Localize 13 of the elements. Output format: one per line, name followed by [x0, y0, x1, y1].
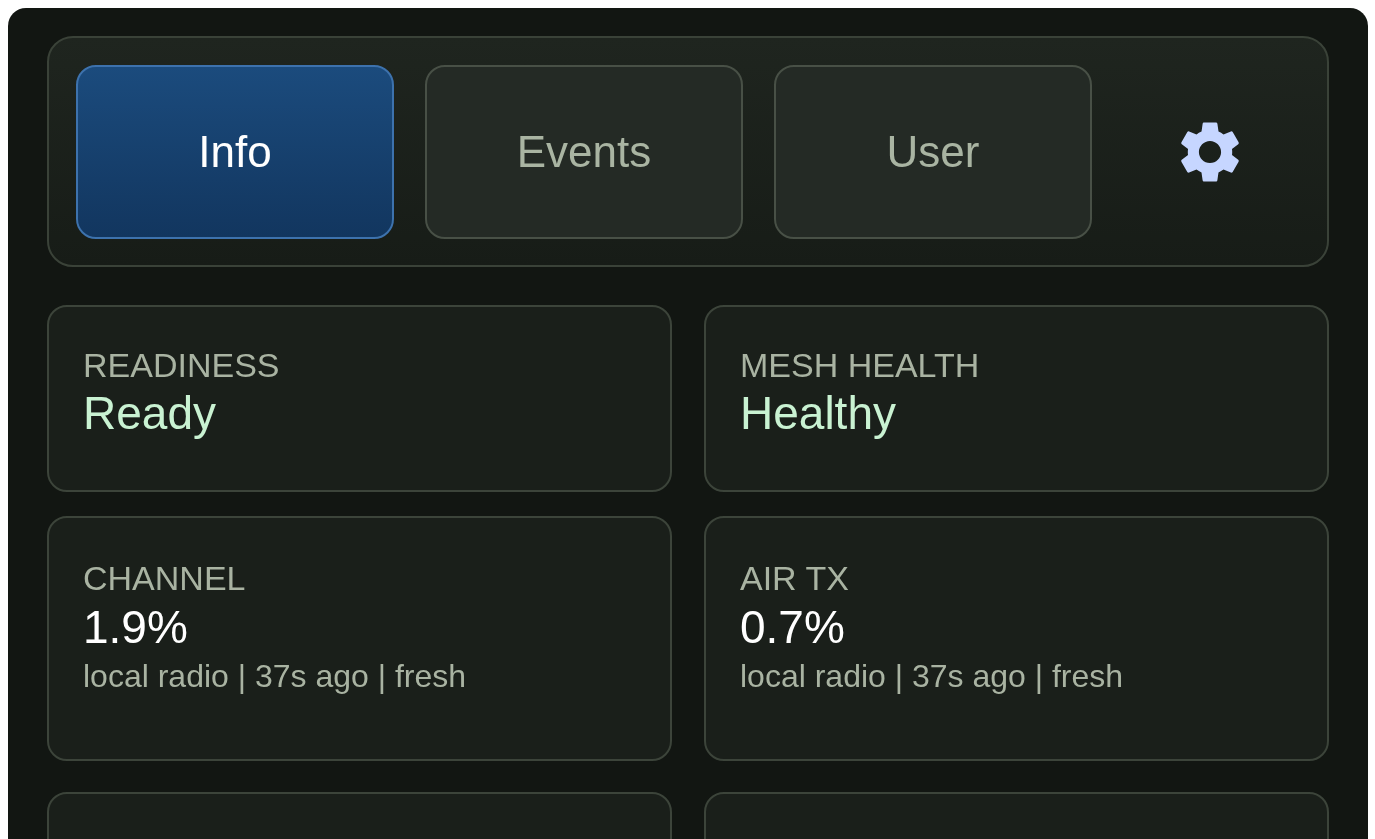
card-label: AIR TX [740, 558, 849, 598]
tab[interactable]: User [774, 64, 1092, 239]
card-value: Healthy [740, 386, 896, 441]
card-label: READINESS [83, 345, 280, 385]
tab[interactable]: Info [76, 64, 394, 239]
card-detail: local radio | 37s ago | fresh [740, 657, 1124, 696]
card-label: CHANNEL [83, 558, 246, 598]
card-value: 0.7% [740, 600, 845, 655]
card-value: Ready [83, 386, 216, 441]
card-detail: local radio | 37s ago | fresh [83, 657, 467, 696]
card-value: 1.9% [83, 600, 188, 655]
card-label: MESH HEALTH [740, 345, 980, 385]
tab[interactable]: Events [425, 64, 743, 239]
